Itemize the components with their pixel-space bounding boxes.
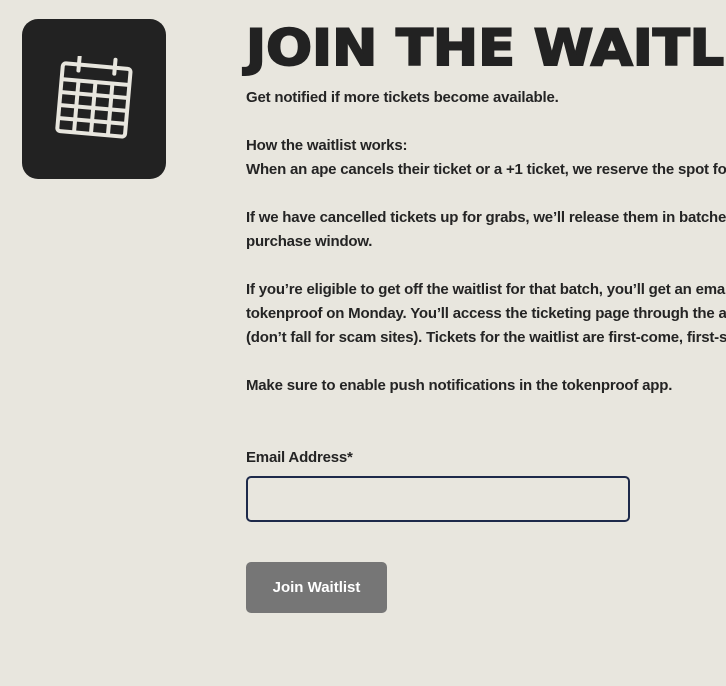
join-waitlist-button[interactable]: Join Waitlist — [246, 562, 387, 613]
how-heading: How the waitlist works: — [246, 137, 408, 154]
eligible-text-line-3: (don’t fall for scam sites). Tickets for… — [246, 329, 726, 346]
intro-text: Get notified if more tickets become avai… — [246, 89, 559, 106]
how-text: When an ape cancels their ticket or a +1… — [246, 161, 726, 178]
calendar-icon — [55, 56, 133, 139]
calendar-tile — [22, 19, 166, 179]
release-text-line-1: If we have cancelled tickets up for grab… — [246, 209, 726, 226]
eligible-text-line-2: tokenproof on Monday. You’ll access the … — [246, 305, 726, 322]
waitlist-page: JOIN THE WAITLIST Get notified if more t… — [0, 0, 726, 686]
email-field[interactable] — [246, 476, 630, 522]
eligible-text-line-1: If you’re eligible to get off the waitli… — [246, 281, 726, 298]
email-label: Email Address* — [246, 449, 353, 466]
page-title: JOIN THE WAITLIST — [245, 19, 726, 77]
push-notice: Make sure to enable push notifications i… — [246, 377, 673, 394]
release-text-line-2: purchase window. — [246, 233, 373, 250]
